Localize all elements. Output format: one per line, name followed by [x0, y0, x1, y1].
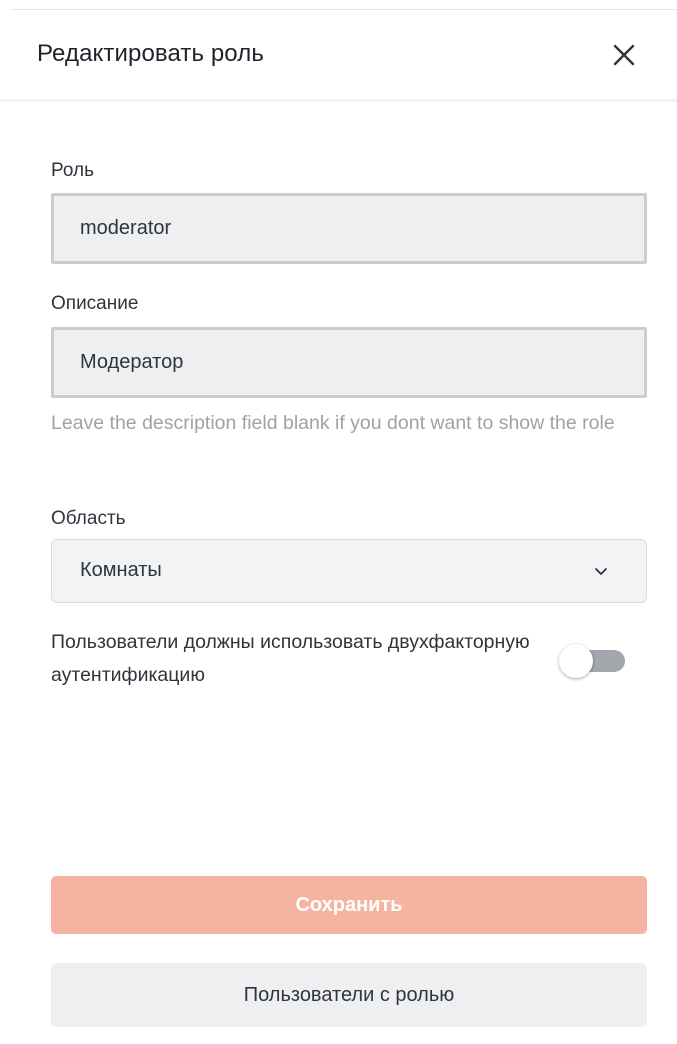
role-input[interactable]: moderator — [51, 193, 647, 264]
description-label: Описание — [51, 293, 139, 314]
users-with-role-button[interactable]: Пользователи с ролью — [51, 963, 647, 1027]
scope-selected-value: Комнаты — [80, 559, 162, 581]
close-icon — [613, 44, 635, 66]
description-input[interactable]: Модератор — [51, 327, 647, 398]
two-factor-toggle[interactable] — [559, 644, 627, 678]
edit-role-panel: Редактировать роль Роль moderator Описан… — [0, 0, 677, 1044]
toggle-knob — [559, 644, 593, 678]
description-hint: Leave the description field blank if you… — [51, 412, 615, 434]
panel-header: Редактировать роль — [0, 10, 677, 102]
close-button[interactable] — [606, 38, 642, 74]
scope-select[interactable]: Комнаты — [51, 539, 647, 603]
chevron-down-icon — [595, 568, 607, 575]
save-button[interactable]: Сохранить — [51, 876, 647, 934]
scope-label: Область — [51, 508, 126, 529]
two-factor-label: Пользователи должны использовать двухфак… — [51, 631, 530, 686]
role-label: Роль — [51, 160, 94, 181]
page-title: Редактировать роль — [37, 40, 264, 67]
